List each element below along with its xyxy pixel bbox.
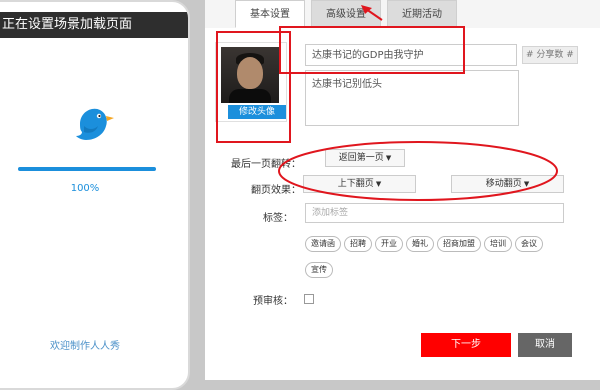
settings-panel: 基本设置 高级设置 近期活动 修改头像 达康书记的GDP由我守护 # 分享数 #… (205, 0, 600, 380)
page-effect-dropdown-vertical[interactable]: 上下翻页 ▼ (303, 175, 416, 193)
tag-chip[interactable]: 邀请函 (305, 236, 341, 252)
tag-chip[interactable]: 会议 (515, 236, 543, 252)
cancel-button[interactable]: 取消 (518, 333, 572, 357)
page-effect-option-move: 移动翻页 (485, 179, 522, 189)
phone-title: 正在设置场景加载页面 (0, 12, 188, 38)
tag-chip[interactable]: 开业 (375, 236, 403, 252)
basic-settings-content: 修改头像 达康书记的GDP由我守护 # 分享数 # 达康书记别低头 最后一页翻转… (205, 28, 600, 380)
welcome-text: 欢迎制作人人秀 (50, 341, 120, 352)
scene-description-textarea[interactable]: 达康书记别低头 (305, 70, 519, 126)
tab-recent-activities[interactable]: 近期活动 (387, 0, 457, 28)
tab-advanced-settings[interactable]: 高级设置 (311, 0, 381, 28)
last-page-label: 最后一页翻转： (231, 159, 301, 170)
last-page-dropdown[interactable]: 返回第一页 ▼ (325, 149, 405, 167)
tag-chip[interactable]: 婚礼 (406, 236, 434, 252)
preview-review-label: 预审核： (253, 296, 293, 307)
settings-tabs: 基本设置 高级设置 近期活动 (235, 0, 463, 28)
phone-preview: 正在设置场景加载页面 100% 欢迎制作人人秀 (0, 0, 190, 390)
page-effect-label: 翻页效果： (251, 185, 301, 196)
chevron-down-icon: ▼ (385, 154, 392, 162)
tags-label: 标签： (263, 213, 293, 224)
change-avatar-button[interactable]: 修改头像 (228, 105, 286, 119)
page-effect-dropdown-move[interactable]: 移动翻页 ▼ (451, 175, 564, 193)
loading-progress-fill (18, 167, 156, 171)
tag-chip[interactable]: 招聘 (344, 236, 372, 252)
scene-title-input[interactable]: 达康书记的GDP由我守护 (305, 44, 517, 66)
tag-chip[interactable]: 宣传 (305, 262, 333, 278)
share-count-tag-button[interactable]: # 分享数 # (522, 46, 578, 64)
chevron-down-icon: ▼ (523, 180, 530, 188)
last-page-dropdown-value: 返回第一页 (338, 153, 384, 163)
tag-chip[interactable]: 招商加盟 (437, 236, 481, 252)
preview-review-checkbox[interactable] (304, 294, 314, 304)
progress-percent-label: 100% (70, 183, 100, 194)
tab-basic-settings[interactable]: 基本设置 (235, 0, 305, 28)
avatar-box: 修改头像 (215, 42, 287, 122)
next-step-button[interactable]: 下一步 (421, 333, 511, 357)
bird-logo-icon (76, 108, 114, 140)
tag-input[interactable]: 添加标签 (305, 203, 564, 223)
tag-chip-list: 邀请函 招聘 开业 婚礼 招商加盟 培训 会议宣传 (305, 231, 565, 283)
avatar[interactable] (221, 47, 279, 103)
loading-progress-bar (18, 167, 156, 171)
page-effect-option-vertical: 上下翻页 (337, 179, 374, 189)
chevron-down-icon: ▼ (375, 180, 382, 188)
tag-chip[interactable]: 培训 (484, 236, 512, 252)
